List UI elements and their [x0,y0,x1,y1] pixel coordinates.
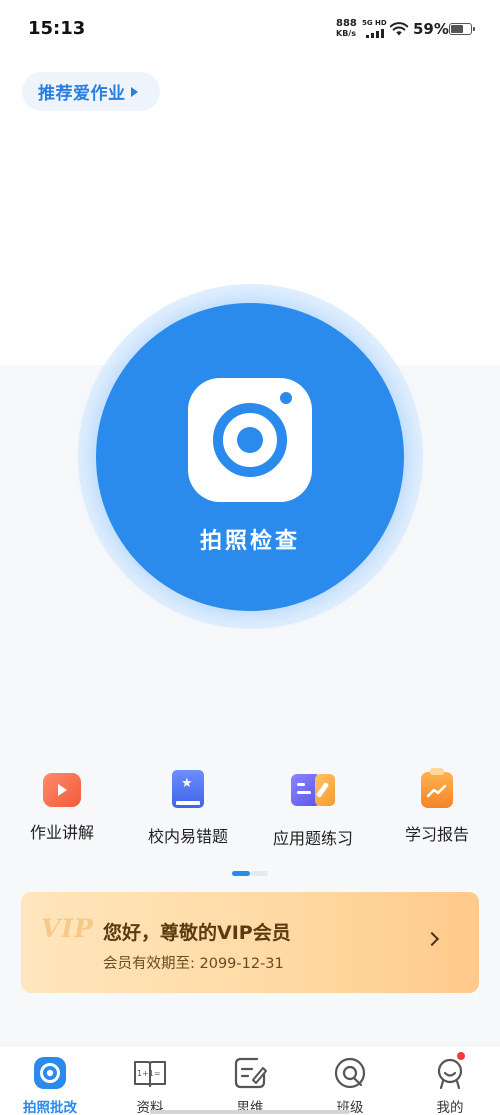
book-icon: 1+1= [133,1056,167,1090]
nav-label: 拍照批改 [23,1100,77,1115]
nav-tab-materials[interactable]: 1+1= 资料 [100,1056,200,1115]
practice-icon [291,770,335,810]
edit-icon [233,1056,267,1090]
photo-check-label: 拍照检查 [199,529,300,554]
tool-study-report[interactable]: 学习报告 [377,768,497,845]
star-book-icon: ★ [172,770,204,808]
network-speed: 888 KB/s [336,19,357,39]
bottom-nav: 拍照批改 1+1= 资料 思维 班级 我的 [0,1045,500,1115]
class-icon [333,1056,367,1090]
tool-word-problems[interactable]: 应用题练习 [253,770,373,849]
wifi-icon [389,22,409,36]
camera-icon [188,378,312,502]
battery-icon [449,23,475,35]
nav-label: 我的 [436,1100,464,1115]
signal-label: 5G HD [362,19,387,27]
vip-logo: VIP [41,914,94,943]
play-arrow-icon [130,86,138,97]
status-bar: 15:13 888 KB/s 5G HD 59% [0,0,500,58]
camera-icon [33,1056,67,1090]
tool-homework-explain[interactable]: 作业讲解 [2,770,122,843]
notification-badge [457,1052,465,1060]
vip-title: 您好，尊敬的VIP会员 [103,922,291,944]
tool-label: 作业讲解 [29,823,94,842]
tool-label: 学习报告 [404,825,469,844]
photo-check-button[interactable]: 拍照检查 [96,303,404,611]
tool-label: 校内易错题 [147,827,228,846]
profile-icon [433,1052,467,1090]
home-indicator[interactable] [150,1110,350,1114]
nav-tab-thinking[interactable]: 思维 [200,1056,300,1115]
chevron-right-icon [424,931,440,947]
recommend-button[interactable]: 推荐爱作业 [22,72,160,111]
status-time: 15:13 [28,18,86,39]
recommend-label: 推荐爱作业 [38,84,126,104]
report-icon [421,768,453,808]
video-icon [43,773,81,807]
quick-tools: 作业讲解 ★ 校内易错题 应用题练习 学习报告 [0,768,500,860]
page-indicator [232,871,268,876]
network-speed-unit: KB/s [336,29,356,38]
vip-expiry: 会员有效期至: 2099-12-31 [103,956,284,972]
signal-icon: 5G HD [362,19,387,39]
tool-school-mistakes[interactable]: ★ 校内易错题 [128,770,248,847]
page-dot-active [232,871,250,876]
vip-card[interactable]: VIP 您好，尊敬的VIP会员 会员有效期至: 2099-12-31 [21,892,479,993]
svg-text:1+1=: 1+1= [137,1069,161,1078]
tool-label: 应用题练习 [272,829,353,848]
nav-tab-photo-grading[interactable]: 拍照批改 [0,1056,100,1115]
nav-tab-profile[interactable]: 我的 [400,1052,500,1115]
page-dot [250,871,268,876]
network-speed-value: 888 [336,18,357,29]
nav-tab-class[interactable]: 班级 [300,1056,400,1115]
battery-percent: 59% [413,20,449,38]
